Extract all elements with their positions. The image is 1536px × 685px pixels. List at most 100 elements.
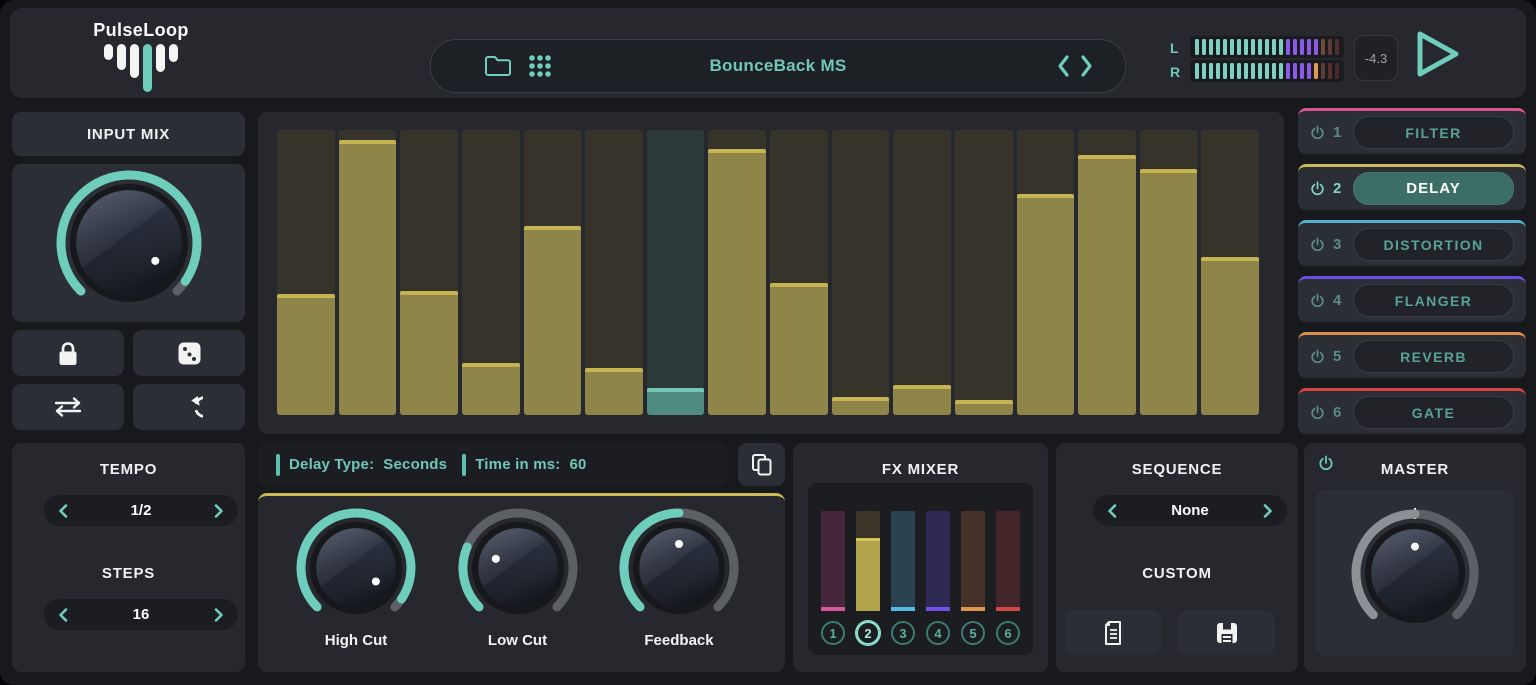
fx-slot-button-reverb[interactable]: REVERB — [1353, 340, 1514, 373]
load-custom-button[interactable] — [1065, 610, 1161, 655]
sequencer-step-3[interactable] — [400, 130, 458, 415]
delay-time-label: Time in ms: — [475, 456, 560, 473]
power-icon[interactable] — [1310, 237, 1325, 253]
sequencer-step-2[interactable] — [339, 130, 397, 415]
sequencer-step-fill — [708, 149, 766, 415]
tempo-prev-button[interactable] — [57, 503, 69, 519]
sequencer-step-9[interactable] — [770, 130, 828, 415]
fx-channel-button-6[interactable]: 6 — [996, 621, 1020, 645]
highcut-knob[interactable] — [294, 506, 418, 630]
steps-label: STEPS — [12, 565, 245, 582]
fx-fader-2[interactable] — [856, 511, 880, 611]
fx-fader-6[interactable] — [996, 511, 1020, 611]
custom-label: CUSTOM — [1056, 565, 1298, 582]
play-button[interactable] — [1410, 28, 1464, 80]
fx-slot-flanger: 4FLANGER — [1298, 276, 1526, 322]
power-icon[interactable] — [1310, 349, 1325, 365]
sequencer-step-15[interactable] — [1140, 130, 1198, 415]
meter-segment — [1237, 63, 1241, 79]
highcut-label: High Cut — [325, 632, 387, 649]
lowcut-knob[interactable] — [456, 506, 580, 630]
fx-fader-5[interactable] — [961, 511, 985, 611]
sequence-prev-button[interactable] — [1106, 503, 1118, 519]
sequencer-step-16[interactable] — [1201, 130, 1259, 415]
input-mix-header: INPUT MIX — [12, 112, 245, 156]
sequencer-step-4[interactable] — [462, 130, 520, 415]
sequencer-step-12[interactable] — [955, 130, 1013, 415]
fx-slot-number: 2 — [1333, 180, 1345, 197]
preset-prev-button[interactable] — [1055, 53, 1072, 79]
fx-channel-button-1[interactable]: 1 — [821, 621, 845, 645]
tempo-selector: 1/2 — [44, 495, 238, 526]
power-icon[interactable] — [1310, 125, 1325, 141]
sequencer-step-fill — [1140, 169, 1198, 415]
copy-button[interactable] — [738, 443, 785, 486]
randomize-button[interactable] — [133, 330, 245, 376]
tempo-steps-panel: TEMPO 1/2 STEPS 16 — [12, 443, 245, 672]
sequencer-step-fill — [955, 400, 1013, 415]
lowcut-label: Low Cut — [488, 632, 547, 649]
power-icon[interactable] — [1310, 181, 1325, 197]
input-mix-label: INPUT MIX — [87, 126, 170, 143]
fx-channel-button-4[interactable]: 4 — [926, 621, 950, 645]
meter-segment — [1265, 63, 1269, 79]
fx-slot-distortion: 3DISTORTION — [1298, 220, 1526, 266]
meter-left-label: L — [1170, 40, 1179, 56]
save-custom-button[interactable] — [1178, 610, 1275, 655]
step-sequencer-panel — [258, 112, 1284, 434]
meter-segment — [1237, 39, 1241, 55]
fx-channel-button-3[interactable]: 3 — [891, 621, 915, 645]
fx-fader-1[interactable] — [821, 511, 845, 611]
sequencer-step-fill — [462, 363, 520, 415]
sequencer-step-10[interactable] — [832, 130, 890, 415]
preset-next-button[interactable] — [1078, 53, 1095, 79]
feedback-knob[interactable] — [617, 506, 741, 630]
delay-time-value[interactable]: 60 — [570, 456, 587, 473]
tempo-next-button[interactable] — [213, 503, 225, 519]
fx-channel-button-5[interactable]: 5 — [961, 621, 985, 645]
fx-channel-button-2[interactable]: 2 — [856, 621, 880, 645]
sequence-next-button[interactable] — [1262, 503, 1274, 519]
sequencer-step-fill — [524, 226, 582, 415]
swap-button[interactable] — [12, 384, 124, 430]
meter-segment — [1279, 39, 1283, 55]
meter-segment — [1258, 39, 1262, 55]
fx-fader-fill — [926, 607, 950, 611]
master-knob[interactable] — [1349, 507, 1481, 639]
sequencer-step-7[interactable] — [647, 130, 705, 415]
lock-button[interactable] — [12, 330, 124, 376]
sequencer-step-8[interactable] — [708, 130, 766, 415]
sequencer-step-11[interactable] — [893, 130, 951, 415]
master-title: MASTER — [1304, 461, 1526, 478]
meter-segment — [1293, 39, 1297, 55]
input-mix-knob-card — [12, 164, 245, 322]
sequence-title: SEQUENCE — [1056, 461, 1298, 478]
steps-next-button[interactable] — [213, 607, 225, 623]
fx-slot-button-gate[interactable]: GATE — [1353, 396, 1514, 429]
fx-fader-fill — [996, 607, 1020, 611]
fx-slot-button-filter[interactable]: FILTER — [1353, 116, 1514, 149]
fx-fader-3[interactable] — [891, 511, 915, 611]
sequencer-step-13[interactable] — [1017, 130, 1075, 415]
fx-slot-button-flanger[interactable]: FLANGER — [1353, 284, 1514, 317]
meter-segment — [1216, 39, 1220, 55]
power-icon[interactable] — [1310, 293, 1325, 309]
fx-mixer-faders — [821, 511, 1020, 611]
copy-icon — [751, 453, 773, 477]
fx-slot-button-distortion[interactable]: DISTORTION — [1353, 228, 1514, 261]
sequencer-step-6[interactable] — [585, 130, 643, 415]
sequencer-step-14[interactable] — [1078, 130, 1136, 415]
meter-segment — [1209, 39, 1213, 55]
meter-segment — [1209, 63, 1213, 79]
delay-type-value[interactable]: Seconds — [383, 456, 447, 473]
sequencer-step-1[interactable] — [277, 130, 335, 415]
fx-fader-4[interactable] — [926, 511, 950, 611]
reset-button[interactable] — [133, 384, 245, 430]
input-mix-knob[interactable] — [54, 168, 204, 318]
meter-segment — [1328, 39, 1332, 55]
fx-fader-fill — [821, 607, 845, 611]
sequencer-step-5[interactable] — [524, 130, 582, 415]
power-icon[interactable] — [1310, 405, 1325, 421]
fx-slot-button-delay[interactable]: DELAY — [1353, 172, 1514, 205]
steps-prev-button[interactable] — [57, 607, 69, 623]
